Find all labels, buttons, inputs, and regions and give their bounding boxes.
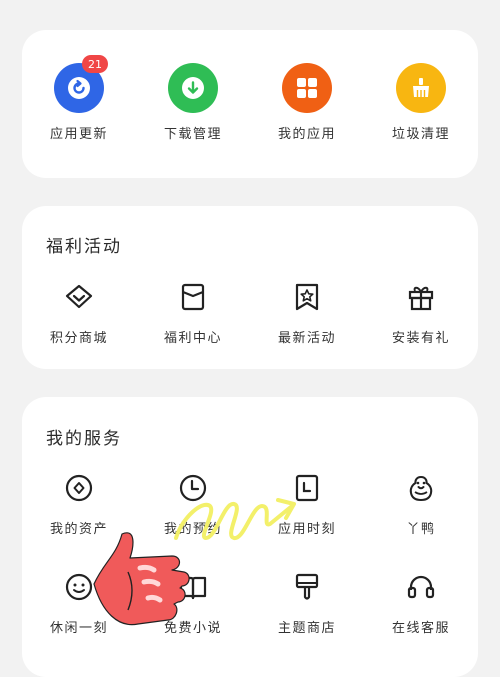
duck-button[interactable]: 丫鸭	[364, 471, 478, 537]
calendar-icon	[290, 471, 324, 505]
refresh-icon: 21	[54, 55, 108, 113]
broom-icon	[396, 63, 446, 113]
leisure-moment-button[interactable]: 休闲一刻	[22, 570, 136, 636]
diamond-icon	[62, 280, 96, 314]
services-title: 我的服务	[46, 429, 122, 449]
paint-brush-icon	[290, 570, 324, 604]
welfare-center-button[interactable]: 福利中心	[136, 280, 250, 346]
coin-icon	[62, 471, 96, 505]
duck-icon	[404, 471, 438, 505]
free-novels-label: 免费小说	[163, 621, 222, 636]
online-support-button[interactable]: 在线客服	[364, 570, 478, 636]
services-card: 我的服务 我的资产 我的预约 应用时刻 丫鸭 休闲一刻 免费小说 主题商店 在线…	[22, 397, 478, 677]
duck-label: 丫鸭	[406, 522, 436, 537]
welfare-center-label: 福利中心	[163, 331, 222, 346]
welfare-grid: 积分商城 福利中心 最新活动 安装有礼	[22, 280, 478, 346]
my-reservations-label: 我的预约	[163, 522, 222, 537]
quick-actions-grid: 21 应用更新 下载管理 我的应用 垃圾清理	[22, 55, 478, 142]
download-manager-button[interactable]: 下载管理	[136, 63, 250, 142]
update-count-badge: 21	[82, 55, 108, 73]
my-reservations-button[interactable]: 我的预约	[136, 471, 250, 537]
gift-icon	[404, 280, 438, 314]
envelope-icon	[176, 280, 210, 314]
app-update-label: 应用更新	[49, 127, 108, 142]
star-bookmark-icon	[290, 280, 324, 314]
book-icon	[176, 570, 210, 604]
free-novels-button[interactable]: 免费小说	[136, 570, 250, 636]
apps-grid-icon	[282, 63, 332, 113]
my-apps-button[interactable]: 我的应用	[250, 63, 364, 142]
junk-cleanup-button[interactable]: 垃圾清理	[364, 63, 478, 142]
online-support-label: 在线客服	[391, 621, 450, 636]
welfare-card: 福利活动 积分商城 福利中心 最新活动 安装有礼	[22, 206, 478, 369]
app-moments-button[interactable]: 应用时刻	[250, 471, 364, 537]
quick-actions-card: 21 应用更新 下载管理 我的应用 垃圾清理	[22, 30, 478, 178]
services-row-2: 休闲一刻 免费小说 主题商店 在线客服	[22, 570, 478, 636]
my-assets-label: 我的资产	[49, 522, 108, 537]
services-row-1: 我的资产 我的预约 应用时刻 丫鸭	[22, 471, 478, 537]
welfare-title: 福利活动	[46, 237, 122, 257]
points-mall-button[interactable]: 积分商城	[22, 280, 136, 346]
app-update-button[interactable]: 21 应用更新	[22, 55, 136, 142]
junk-cleanup-label: 垃圾清理	[391, 127, 450, 142]
latest-events-button[interactable]: 最新活动	[250, 280, 364, 346]
leisure-moment-label: 休闲一刻	[49, 621, 108, 636]
clock-icon	[176, 471, 210, 505]
my-apps-label: 我的应用	[277, 127, 336, 142]
smiley-icon	[62, 570, 96, 604]
my-assets-button[interactable]: 我的资产	[22, 471, 136, 537]
theme-store-label: 主题商店	[277, 621, 336, 636]
points-mall-label: 积分商城	[49, 331, 108, 346]
install-gift-label: 安装有礼	[391, 331, 450, 346]
download-icon	[168, 63, 218, 113]
latest-events-label: 最新活动	[277, 331, 336, 346]
app-moments-label: 应用时刻	[277, 522, 336, 537]
headset-icon	[404, 570, 438, 604]
theme-store-button[interactable]: 主题商店	[250, 570, 364, 636]
download-manager-label: 下载管理	[163, 127, 222, 142]
install-gift-button[interactable]: 安装有礼	[364, 280, 478, 346]
